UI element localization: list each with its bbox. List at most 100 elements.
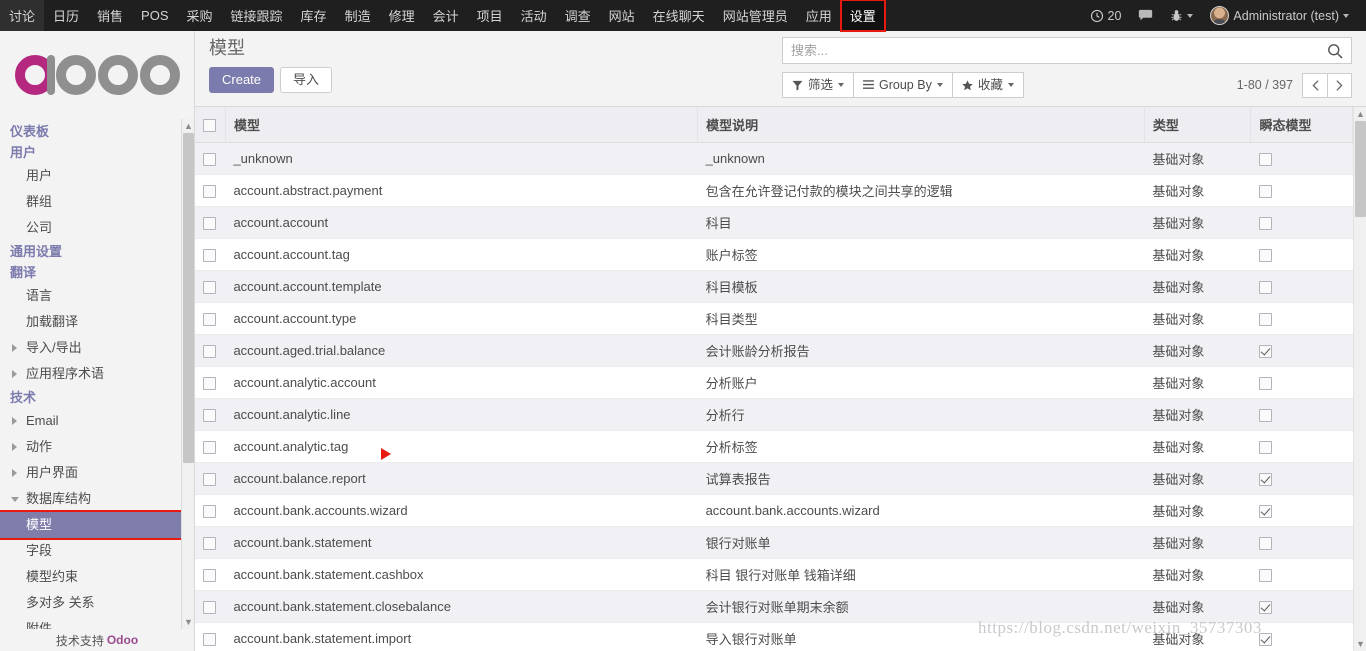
sidebar-heading-11[interactable]: 技术 <box>0 387 194 408</box>
row-select-cell[interactable] <box>195 174 226 207</box>
row-select-checkbox[interactable] <box>203 569 216 583</box>
sidebar-item-15[interactable]: 数据库结构 <box>0 486 194 512</box>
filter-dropdown[interactable]: 筛选 <box>782 72 854 98</box>
table-row[interactable]: account.bank.statement.cashbox 科目 银行对账单 钱… <box>195 558 1353 591</box>
select-all-cell[interactable] <box>195 107 226 143</box>
groupby-dropdown[interactable]: Group By <box>853 72 952 98</box>
column-header-description[interactable]: 模型说明 <box>697 107 1145 143</box>
column-header-type[interactable]: 类型 <box>1144 107 1252 143</box>
scroll-up-icon[interactable]: ▲ <box>182 119 194 133</box>
table-row[interactable]: account.account 科目 基础对象 <box>195 206 1353 239</box>
row-select-checkbox[interactable] <box>203 217 216 231</box>
table-row[interactable]: _unknown _unknown 基础对象 <box>195 142 1353 175</box>
sidebar-heading-1[interactable]: 用户 <box>0 142 194 163</box>
sidebar-item-10[interactable]: 应用程序术语 <box>0 361 194 387</box>
row-select-cell[interactable] <box>195 398 226 431</box>
app-menu-item-4[interactable]: 采购 <box>178 0 222 31</box>
sidebar-scroll-thumb[interactable] <box>183 133 194 463</box>
app-menu-item-13[interactable]: 网站 <box>600 0 644 31</box>
odoo-logo[interactable] <box>0 31 194 119</box>
app-menu-item-5[interactable]: 链接跟踪 <box>222 0 292 31</box>
row-select-checkbox[interactable] <box>203 473 216 487</box>
row-select-cell[interactable] <box>195 238 226 271</box>
table-row[interactable]: account.bank.statement.closebalance 会计银行对… <box>195 590 1353 623</box>
row-select-checkbox[interactable] <box>203 249 216 263</box>
select-all-checkbox[interactable] <box>203 119 216 133</box>
app-menu-item-6[interactable]: 库存 <box>292 0 336 31</box>
app-menu-item-16[interactable]: 应用 <box>797 0 841 31</box>
footer-brand-label[interactable]: Odoo <box>107 633 138 647</box>
row-select-cell[interactable] <box>195 622 226 651</box>
sidebar-item-18[interactable]: 模型约束 <box>0 564 194 590</box>
row-select-checkbox[interactable] <box>203 441 216 455</box>
pager-previous-button[interactable] <box>1302 72 1327 98</box>
table-scrollbar[interactable]: ▲ ▼ <box>1353 107 1366 651</box>
row-select-cell[interactable] <box>195 206 226 239</box>
table-row[interactable]: account.account.template 科目模板 基础对象 <box>195 270 1353 303</box>
row-select-checkbox[interactable] <box>203 185 216 199</box>
app-menu-item-10[interactable]: 项目 <box>468 0 512 31</box>
table-row[interactable]: account.bank.accounts.wizard account.bank… <box>195 494 1353 527</box>
sidebar-item-12[interactable]: Email <box>0 408 194 434</box>
row-select-checkbox[interactable] <box>203 281 216 295</box>
import-button[interactable]: 导入 <box>280 67 333 93</box>
row-select-checkbox[interactable] <box>203 377 216 391</box>
table-row[interactable]: account.account.tag 账户标签 基础对象 <box>195 238 1353 271</box>
row-select-checkbox[interactable] <box>203 601 216 615</box>
app-menu-item-17[interactable]: 设置 <box>839 0 886 32</box>
sidebar-heading-6[interactable]: 翻译 <box>0 262 194 283</box>
favorites-dropdown[interactable]: 收藏 <box>951 72 1024 98</box>
app-menu-item-14[interactable]: 在线聊天 <box>644 0 714 31</box>
row-select-checkbox[interactable] <box>203 505 216 519</box>
messaging-button[interactable] <box>1131 0 1160 31</box>
row-select-cell[interactable] <box>195 366 226 399</box>
app-menu-item-0[interactable]: 讨论 <box>0 0 45 31</box>
sidebar-item-4[interactable]: 公司 <box>0 215 194 241</box>
row-select-cell[interactable] <box>195 302 226 335</box>
search-icon[interactable] <box>1327 43 1343 59</box>
row-select-checkbox[interactable] <box>203 345 216 359</box>
app-menu-item-3[interactable]: POS <box>132 0 177 31</box>
scroll-down-icon[interactable]: ▼ <box>1354 637 1366 651</box>
sidebar-item-9[interactable]: 导入/导出 <box>0 335 194 361</box>
debug-menu-button[interactable] <box>1163 0 1200 31</box>
row-select-cell[interactable] <box>195 558 226 591</box>
app-menu-item-7[interactable]: 制造 <box>336 0 380 31</box>
activity-counter[interactable]: 20 <box>1083 0 1129 31</box>
table-row[interactable]: account.balance.report 试算表报告 基础对象 <box>195 462 1353 495</box>
row-select-cell[interactable] <box>195 142 226 175</box>
sidebar-item-8[interactable]: 加载翻译 <box>0 309 194 335</box>
app-menu-item-12[interactable]: 调查 <box>556 0 600 31</box>
app-menu-item-1[interactable]: 日历 <box>44 0 88 31</box>
app-menu-item-9[interactable]: 会计 <box>424 0 468 31</box>
table-row[interactable]: account.analytic.tag 分析标签 基础对象 <box>195 430 1353 463</box>
app-menu-item-2[interactable]: 销售 <box>88 0 132 31</box>
scroll-up-icon[interactable]: ▲ <box>1354 107 1366 121</box>
create-button[interactable]: Create <box>209 67 275 93</box>
row-select-cell[interactable] <box>195 590 226 623</box>
row-select-cell[interactable] <box>195 462 226 495</box>
search-bar[interactable] <box>782 37 1352 64</box>
table-row[interactable]: account.aged.trial.balance 会计账龄分析报告 基础对象 <box>195 334 1353 367</box>
sidebar-item-3[interactable]: 群组 <box>0 189 194 215</box>
sidebar-item-2[interactable]: 用户 <box>0 163 194 189</box>
sidebar-scrollbar[interactable]: ▲ ▼ <box>181 119 194 629</box>
table-row[interactable]: account.analytic.account 分析账户 基础对象 <box>195 366 1353 399</box>
search-input[interactable] <box>791 43 1327 58</box>
row-select-checkbox[interactable] <box>203 633 216 647</box>
row-select-cell[interactable] <box>195 270 226 303</box>
sidebar-heading-0[interactable]: 仪表板 <box>0 121 194 142</box>
table-row[interactable]: account.analytic.line 分析行 基础对象 <box>195 398 1353 431</box>
row-select-checkbox[interactable] <box>203 537 216 551</box>
table-row[interactable]: account.bank.statement.import 导入银行对账单 基础对象 <box>195 622 1353 651</box>
sidebar-item-19[interactable]: 多对多 关系 <box>0 590 194 616</box>
row-select-cell[interactable] <box>195 526 226 559</box>
user-menu-button[interactable]: Administrator (test) <box>1203 0 1356 31</box>
sidebar-heading-5[interactable]: 通用设置 <box>0 241 194 262</box>
app-menu-item-11[interactable]: 活动 <box>512 0 556 31</box>
table-row[interactable]: account.abstract.payment 包含在允许登记付款的模块之间共享… <box>195 174 1353 207</box>
row-select-cell[interactable] <box>195 494 226 527</box>
sidebar-item-7[interactable]: 语言 <box>0 283 194 309</box>
row-select-checkbox[interactable] <box>203 153 216 167</box>
sidebar-item-16[interactable]: 模型 <box>0 510 194 540</box>
